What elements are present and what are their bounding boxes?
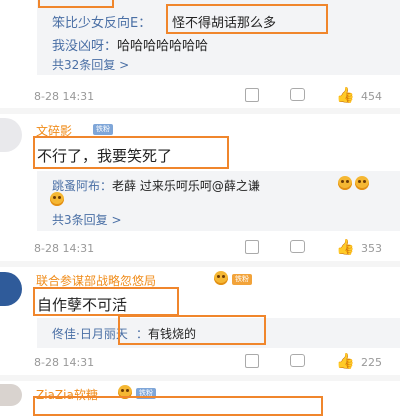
reply-text: 哈哈哈哈哈哈哈 — [117, 39, 209, 54]
reply-user[interactable]: 佟佳·日月丽天 — [52, 325, 128, 342]
reply-row[interactable]: 跳蚤阿布：老薛 过来乐呵乐呵@薛之谦 — [52, 177, 260, 194]
more-replies-link[interactable]: 共32条回复 > — [52, 56, 129, 73]
more-replies-link[interactable]: 共3条回复 > — [52, 211, 122, 228]
highlight-box — [33, 287, 179, 316]
like-icon[interactable]: 👍 — [336, 86, 355, 104]
avatar[interactable] — [0, 118, 22, 152]
like-count: 225 — [361, 356, 382, 369]
comment-time: 8-28 14:31 — [34, 242, 95, 255]
comment-icon[interactable] — [290, 240, 305, 253]
reply-user[interactable]: 笨比少女反向E — [52, 16, 138, 31]
fan-badge: 铁粉 — [232, 274, 252, 285]
highlight-box — [118, 315, 266, 345]
like-icon[interactable]: 👍 — [336, 352, 355, 370]
share-icon[interactable] — [245, 88, 259, 102]
laughing-emoji-icon — [338, 176, 352, 190]
highlight-box — [33, 396, 323, 416]
share-icon[interactable] — [245, 354, 259, 368]
like-icon[interactable]: 👍 — [336, 238, 355, 256]
avatar[interactable] — [0, 384, 22, 406]
divider — [0, 108, 400, 114]
laughing-emoji-icon — [50, 192, 64, 206]
comment-icon[interactable] — [290, 88, 305, 101]
avatar[interactable] — [0, 272, 22, 306]
like-count: 353 — [361, 242, 382, 255]
share-icon[interactable] — [245, 240, 259, 254]
highlight-box — [38, 0, 114, 8]
comment-icon[interactable] — [290, 354, 305, 367]
fan-badge: 铁粉 — [93, 124, 113, 135]
like-count: 454 — [361, 90, 382, 103]
reply-user[interactable]: 我没凶呀 — [52, 39, 104, 54]
divider — [0, 261, 400, 267]
highlight-box — [33, 136, 229, 169]
laughing-emoji-icon — [355, 176, 369, 190]
comment-time: 8-28 14:31 — [34, 90, 95, 103]
reply-row[interactable]: 我没凶呀：哈哈哈哈哈哈哈 — [52, 35, 208, 54]
heart-eyes-emoji-icon — [214, 271, 228, 285]
divider — [0, 375, 400, 381]
comment-time: 8-28 14:31 — [34, 356, 95, 369]
reply-row[interactable]: 笨比少女反向E： — [52, 12, 151, 31]
highlight-box — [166, 4, 328, 34]
reply-text: 老薛 过来乐呵乐呵@薛之谦 — [112, 179, 260, 193]
reply-user[interactable]: 跳蚤阿布 — [52, 179, 100, 193]
